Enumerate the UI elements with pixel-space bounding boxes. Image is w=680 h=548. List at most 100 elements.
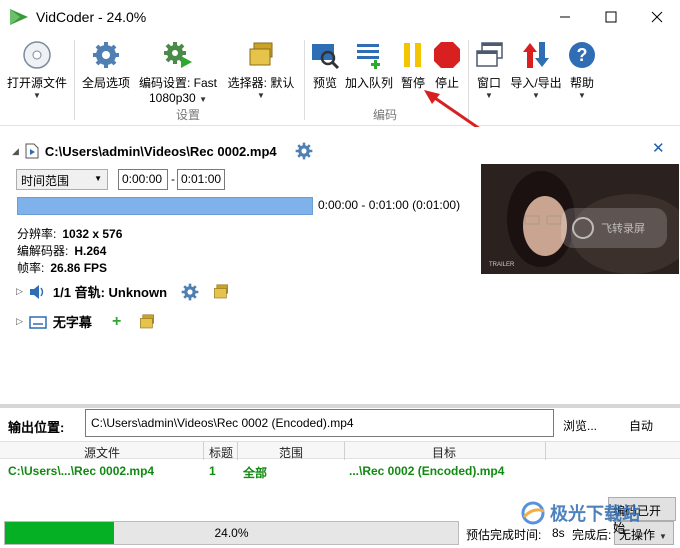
expand-triangle-icon[interactable]: ▷ <box>16 316 23 327</box>
output-path-field[interactable]: C:\Users\admin\Videos\Rec 0002 (Encoded)… <box>85 409 554 437</box>
disc-icon <box>23 41 51 69</box>
source-file-path: C:\Users\admin\Videos\Rec 0002.mp4 <box>44 143 277 159</box>
queue-header-range[interactable]: 范围 <box>279 444 303 461</box>
browse-button[interactable]: 浏览... <box>563 417 597 434</box>
resolution-value: 1032 x 576 <box>62 227 123 241</box>
range-slider[interactable] <box>17 197 313 215</box>
queue-cell-source: C:\Users\...\Rec 0002.mp4 <box>8 464 155 478</box>
expand-triangle-icon[interactable]: ▷ <box>16 286 23 297</box>
stop-button[interactable]: 停止 <box>431 38 463 91</box>
video-preview[interactable]: 飞转录屏 TRAILER <box>481 164 679 274</box>
range-text: 0:00:00 - 0:01:00 (0:01:00) <box>318 198 461 212</box>
import-export-button[interactable]: 导入/导出 ▼ <box>508 38 564 100</box>
maximize-icon <box>605 11 617 23</box>
preview-caption: TRAILER <box>489 262 515 268</box>
vidcoder-logo-icon <box>10 9 28 25</box>
maximize-button[interactable] <box>588 0 634 34</box>
chevron-down-icon: ▼ <box>199 95 207 104</box>
gear-play-icon <box>164 42 192 68</box>
after-label: 完成后: <box>572 528 612 542</box>
preview-label: 预览 <box>312 76 337 90</box>
source-panel: ◢ C:\Users\admin\Videos\Rec 0002.mp4 ✕ 时… <box>0 127 680 405</box>
queue-header-title[interactable]: 标题 <box>209 444 233 461</box>
open-source-button[interactable]: 打开源文件 ▼ <box>6 38 68 100</box>
windows-icon <box>476 42 503 67</box>
picker-button[interactable]: 选择器: 默认 ▼ <box>224 38 298 100</box>
eta-label: 预估完成时间: <box>466 528 542 542</box>
chevron-down-icon: ▼ <box>94 174 102 183</box>
add-queue-label: 加入队列 <box>344 76 393 90</box>
audio-track-row[interactable]: ▷ 1/1 音轨: Unknown <box>16 282 231 301</box>
audio-track-label: 1/1 音轨: Unknown <box>52 285 168 300</box>
eta-value: 8s <box>552 526 565 540</box>
add-subtitle-icon[interactable]: + <box>112 313 121 331</box>
minimize-icon <box>560 16 570 18</box>
time-dash: - <box>171 172 175 186</box>
picker-value: 默认 <box>270 76 295 90</box>
queue-header-target[interactable]: 目标 <box>432 444 456 461</box>
encode-preset-value: Fast <box>193 76 218 90</box>
close-source-icon[interactable]: ✕ <box>652 139 665 157</box>
help-icon: ? <box>569 42 595 68</box>
subtitle-folders-icon[interactable] <box>137 313 157 331</box>
fps-row: 帧率: 26.86 FPS <box>17 261 108 275</box>
auto-button[interactable]: 自动 <box>629 417 653 434</box>
range-mode-value: 时间范围 <box>21 174 70 188</box>
preview-button[interactable]: 预览 <box>308 38 342 91</box>
folders-icon <box>249 42 273 66</box>
window-title: VidCoder - 24.0% <box>36 9 147 25</box>
video-file-icon <box>25 143 39 159</box>
source-settings-gear-icon[interactable] <box>295 142 313 160</box>
watermark-logo-icon <box>521 501 545 525</box>
settings-group-label: 设置 <box>176 108 201 122</box>
import-export-label: 导入/导出 <box>510 76 562 90</box>
watermark-text: 极光下载站 <box>550 504 640 524</box>
subtitle-label: 无字幕 <box>52 315 92 330</box>
subtitle-icon <box>29 315 47 329</box>
close-button[interactable] <box>634 0 680 34</box>
table-row[interactable]: C:\Users\...\Rec 0002.mp4 1 全部 ...\Rec 0… <box>0 460 680 482</box>
close-icon <box>651 11 663 23</box>
encode-group-label: 编码 <box>373 108 398 122</box>
audio-settings-gear-icon[interactable] <box>181 283 199 301</box>
chevron-down-icon: ▼ <box>659 532 667 541</box>
help-button[interactable]: ? 帮助 ▼ <box>566 38 598 100</box>
ribbon-toolbar: 打开源文件 ▼ 全局选项 编码设置: Fast 1080p30 ▼ 选择器: 默… <box>0 34 680 126</box>
import-export-icon <box>523 42 549 68</box>
audio-folders-icon[interactable] <box>211 283 231 301</box>
preview-overlay-text: 飞转录屏 <box>601 221 645 235</box>
add-queue-button[interactable]: 加入队列 <box>343 38 395 91</box>
pause-icon <box>404 43 421 67</box>
watermark: 极光下载站 <box>520 500 640 526</box>
queue-header: 源文件 标题 范围 目标 <box>0 441 680 461</box>
queue-header-source[interactable]: 源文件 <box>84 444 120 461</box>
preview-icon <box>312 44 340 70</box>
global-options-button[interactable]: 全局选项 <box>80 38 132 91</box>
picker-label: 选择器: <box>227 76 267 90</box>
output-bar: 输出位置: C:\Users\admin\Videos\Rec 0002 (En… <box>0 408 680 440</box>
encode-settings-label: 编码设置: <box>138 76 191 90</box>
encode-settings-button[interactable]: 编码设置: Fast 1080p30 ▼ <box>134 38 222 105</box>
codec-value: H.264 <box>74 244 107 258</box>
start-time-input[interactable]: 0:00:00 <box>118 169 168 190</box>
output-label: 输出位置: <box>8 420 65 435</box>
codec-row: 编解码器: H.264 <box>17 244 107 258</box>
speaker-icon <box>29 284 44 299</box>
encode-progress-bar: 24.0% <box>4 521 459 545</box>
subtitle-row[interactable]: ▷ 无字幕 + <box>16 312 157 331</box>
pause-button[interactable]: 暂停 <box>397 38 429 91</box>
queue-cell-title: 1 <box>209 464 216 478</box>
chevron-down-icon: ▼ <box>33 91 41 100</box>
global-options-label: 全局选项 <box>81 76 130 90</box>
fps-value: 26.86 FPS <box>50 261 108 275</box>
chevron-down-icon: ▼ <box>257 91 265 100</box>
stop-icon <box>434 42 460 68</box>
queue-cell-target: ...\Rec 0002 (Encoded).mp4 <box>349 464 505 478</box>
gear-icon <box>93 42 119 68</box>
preview-frame: 飞转录屏 TRAILER <box>481 164 679 274</box>
chevron-down-icon: ▼ <box>532 91 540 100</box>
range-mode-select[interactable]: 时间范围 ▼ <box>16 169 108 190</box>
collapse-triangle-icon[interactable]: ◢ <box>12 146 19 157</box>
minimize-button[interactable] <box>542 0 588 34</box>
end-time-input[interactable]: 0:01:00 <box>177 169 225 190</box>
